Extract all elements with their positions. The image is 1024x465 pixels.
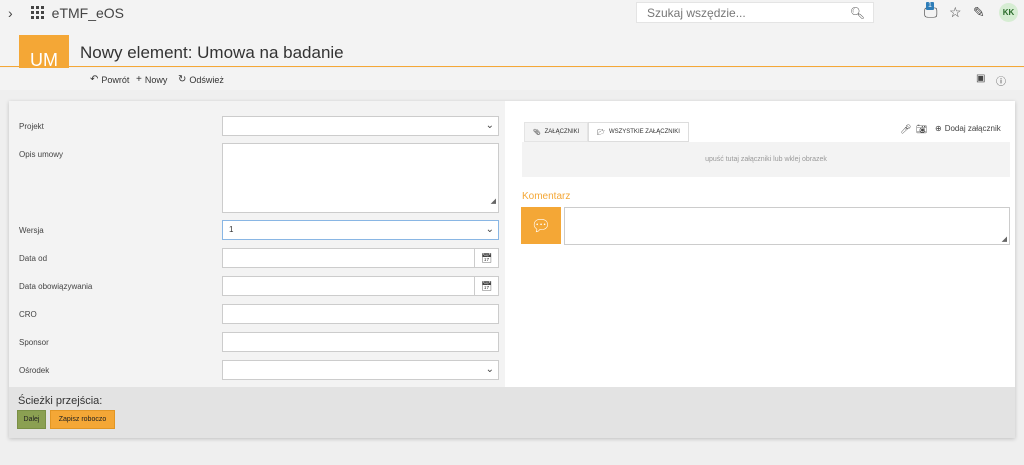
excel-icon[interactable]: ▣ [976,73,985,84]
calendar-icon[interactable]: 📅︎ [474,249,498,267]
calendar-icon[interactable]: 📅︎ [474,277,498,295]
save-draft-button[interactable]: Zapisz roboczo [50,410,115,429]
notification-badge: 1 [926,2,934,10]
app-launcher-icon[interactable] [30,6,44,19]
app-name[interactable]: eTMF_eOS [52,5,124,21]
tab-all-attachments[interactable]: 📂︎ WSZYSTKIE ZAŁĄCZNIKI [588,122,689,142]
new-label: Nowy [144,74,168,85]
tab-attachments[interactable]: 📎︎ ZAŁĄCZNIKI [524,122,589,142]
chevron-down-icon: ⌄ [485,364,494,375]
sponsor-label: Sponsor [19,338,49,347]
date-from-label: Data od [19,254,48,263]
project-select[interactable]: ⌄ [222,116,499,136]
tab-all-label: WSZYSTKIE ZAŁĄCZNIKI [608,129,680,135]
chevron-right-icon[interactable]: › [8,5,13,21]
plus-icon: + [136,74,142,85]
dropzone-text: upuść tutaj załączniki lub wklej obrazek [705,156,827,163]
attachment-tabs: 📎︎ ZAŁĄCZNIKI 📂︎ WSZYSTKIE ZAŁĄCZNIKI [524,122,689,142]
description-label: Opis umowy [19,150,64,159]
cro-label: CRO [19,310,37,319]
description-textarea[interactable]: ◢ [222,143,499,213]
refresh-button[interactable]: ↻ Odśwież [178,74,224,85]
command-bar: ↶ Powrót + Nowy ↻ Odśwież ▣ ⓘ [0,68,1024,90]
transitions-label: Ścieżki przejścia: [18,395,103,407]
back-arrow-icon: ↶ [90,74,99,85]
chevron-down-icon: ⌄ [485,224,494,235]
add-circle-icon: ⊕ [935,124,942,133]
comment-icon: 💬︎ [521,207,561,244]
date-from-input[interactable]: 📅︎ [222,248,499,268]
search-placeholder: Szukaj wszędzie... [647,5,746,20]
back-button[interactable]: ↶ Powrót [90,74,129,85]
star-icon[interactable]: ☆ [949,4,962,21]
search-icon[interactable]: 🔍︎ [850,6,865,20]
camera-icon[interactable]: 📷︎ [916,124,927,135]
version-label: Wersja [19,226,44,235]
avatar[interactable]: KK [999,3,1018,22]
add-attachment-label: Dodaj załącznik [944,124,1001,133]
info-icon[interactable]: ⓘ [996,73,1006,88]
version-value: 1 [229,225,234,234]
resize-handle-icon[interactable]: ◢ [1002,235,1007,243]
resize-handle-icon[interactable]: ◢ [491,193,496,211]
next-button[interactable]: Dalej [17,410,46,429]
site-label: Ośrodek [19,366,50,375]
cro-input[interactable] [222,304,499,324]
search-input[interactable]: Szukaj wszędzie... 🔍︎ [636,2,874,23]
back-label: Powrót [101,74,130,85]
page-title: Nowy element: Umowa na badanie [80,43,344,62]
refresh-label: Odśwież [189,74,224,85]
tab-attachments-label: ZAŁĄCZNIKI [544,129,580,135]
site-select[interactable]: ⌄ [222,360,499,380]
comment-label: Komentarz [522,191,571,202]
chevron-down-icon: ⌄ [485,120,494,131]
microphone-icon[interactable]: 🎤︎ [900,124,911,135]
new-button[interactable]: + Nowy [136,74,167,85]
transitions-panel [9,387,1015,438]
comment-textarea[interactable]: ◢ [564,207,1010,245]
project-label: Projekt [19,122,44,131]
version-select[interactable]: 1 ⌄ [222,220,499,240]
sponsor-input[interactable] [222,332,499,352]
add-attachment-button[interactable]: ⊕ Dodaj załącznik [935,124,1001,133]
paperclip-icon: 📎︎ [533,129,541,136]
folder-icon: 📂︎ [597,129,605,136]
attachment-dropzone[interactable]: upuść tutaj załączniki lub wklej obrazek [522,142,1010,177]
refresh-icon: ↻ [178,74,187,85]
date-valid-input[interactable]: 📅︎ [222,276,499,296]
edit-note-icon[interactable]: ✎ [973,4,985,21]
date-valid-label: Data obowiązywania [19,282,93,291]
